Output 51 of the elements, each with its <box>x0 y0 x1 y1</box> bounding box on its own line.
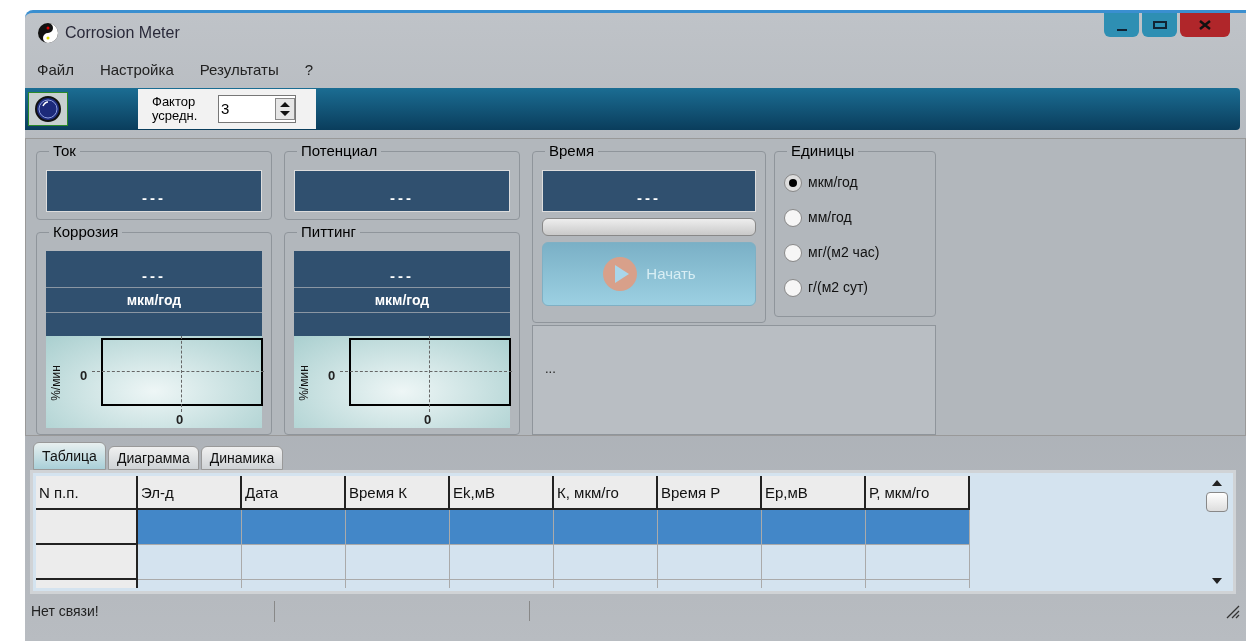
tab[interactable]: Диаграмма <box>107 446 199 470</box>
value-display: --- <box>294 251 510 288</box>
tab[interactable]: Таблица <box>33 442 106 470</box>
play-icon <box>602 256 639 292</box>
window-title: Corrosion Meter <box>65 23 180 43</box>
factor-label: Фактор усредн. <box>152 95 199 123</box>
maximize-button[interactable] <box>1142 13 1177 37</box>
scroll-up-icon <box>1212 480 1222 486</box>
unit-display: мкм/год <box>294 287 510 313</box>
column-header[interactable]: Дата <box>242 476 346 510</box>
column-header[interactable]: Время Р <box>658 476 762 510</box>
column-header[interactable]: К, мкм/го <box>554 476 658 510</box>
column-header[interactable]: Ek,мВ <box>450 476 554 510</box>
column-header[interactable]: Время К <box>346 476 450 510</box>
unit-display: мкм/год <box>46 287 262 313</box>
column-header[interactable]: Р, мкм/го <box>866 476 970 510</box>
value-display: --- <box>46 170 262 212</box>
tick-label: 0 <box>176 411 184 430</box>
tab[interactable]: Динамика <box>200 446 284 470</box>
column-header[interactable]: Ep,мВ <box>762 476 866 510</box>
minimize-button[interactable] <box>1104 13 1139 37</box>
close-icon <box>1199 20 1211 30</box>
menu-item[interactable]: Файл <box>37 59 74 82</box>
spin-arrows-icon <box>275 98 295 120</box>
close-button[interactable] <box>1180 13 1230 37</box>
value-display: --- <box>542 170 756 212</box>
column-header[interactable]: Эл-д <box>138 476 242 510</box>
menu-item[interactable]: Результаты <box>199 59 279 82</box>
unit-radio[interactable]: г/(м2 сут) <box>784 277 926 298</box>
app-logo-icon <box>37 22 59 44</box>
tick-label: 0 <box>80 367 88 386</box>
factor-spinner[interactable]: 3 <box>218 95 296 123</box>
status-message: Нет связи! <box>25 600 275 622</box>
scroll-thumb[interactable] <box>1206 492 1228 512</box>
menu-item[interactable]: Настройка <box>99 59 174 82</box>
menu-item[interactable]: ? <box>304 59 314 82</box>
value-display: --- <box>46 251 262 288</box>
unit-radio[interactable]: мг/(м2 час) <box>784 242 926 263</box>
value-display: --- <box>294 170 510 212</box>
axis-label: %/мин <box>47 365 64 401</box>
info-text: ... <box>545 361 556 376</box>
connect-button[interactable] <box>28 92 68 126</box>
tick-label: 0 <box>424 411 432 430</box>
unit-radio[interactable]: мкм/год <box>784 172 926 193</box>
axis-label: %/мин <box>295 365 312 401</box>
round-lamp-icon <box>34 95 62 123</box>
tick-label: 0 <box>328 367 336 386</box>
resize-grip-icon <box>1224 603 1240 619</box>
scroll-down-icon <box>1212 578 1222 584</box>
column-header[interactable]: N п.п. <box>36 476 138 510</box>
unit-radio[interactable]: мм/год <box>784 207 926 228</box>
